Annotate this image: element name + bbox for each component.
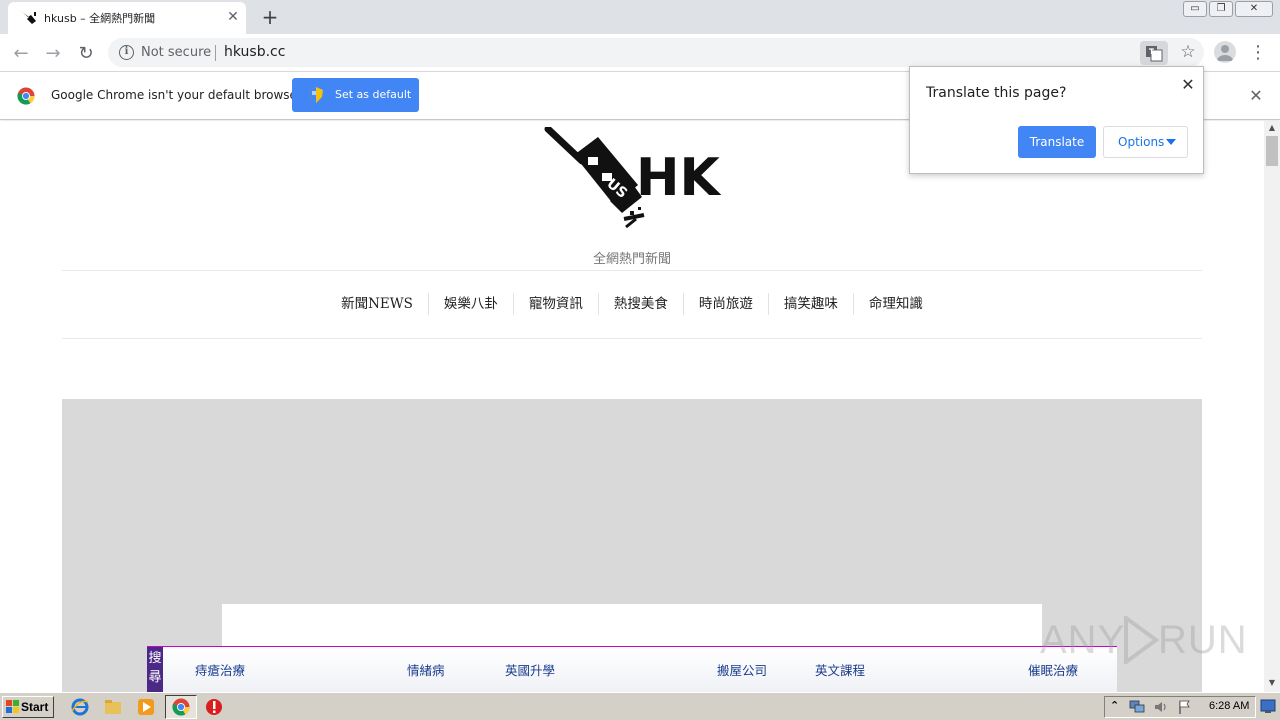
omnibox-separator — [215, 45, 216, 61]
nav-divider-bottom — [62, 338, 1202, 339]
menu-icon[interactable]: ⋮ — [1248, 41, 1268, 65]
flag-icon[interactable] — [1177, 700, 1193, 714]
new-tab-button[interactable]: + — [258, 5, 282, 29]
search-link[interactable]: 英文課程 — [815, 660, 865, 679]
logo-text: HK — [636, 148, 722, 208]
site-logo[interactable]: US HK — [544, 127, 724, 231]
scroll-down-arrow-icon[interactable]: ▼ — [1264, 676, 1280, 690]
taskbar: Start ⌃ 6:28 AM — [0, 692, 1280, 720]
tab-title: hkusb – 全網熱門新聞 — [44, 12, 156, 25]
start-button[interactable]: Start — [2, 696, 54, 718]
translate-popup: Translate this page? ✕ Translate Options — [909, 66, 1204, 174]
infobar-message: Google Chrome isn't your default browser — [51, 88, 302, 102]
nav-item-entertainment[interactable]: 娛樂八卦 — [427, 293, 513, 315]
watermark: ANY RUN — [1040, 610, 1247, 670]
chrome-logo-icon — [17, 87, 35, 105]
nav-item-pets[interactable]: 寵物資訊 — [512, 293, 598, 315]
nav-item-funny[interactable]: 搞笑趣味 — [767, 293, 853, 315]
tray-expand-icon[interactable]: ⌃ — [1110, 699, 1119, 712]
browser-tab[interactable]: hkusb – 全網熱門新聞 ✕ — [8, 2, 246, 34]
system-tray: ⌃ 6:28 AM — [1104, 696, 1256, 718]
chevron-down-icon — [1166, 139, 1176, 145]
main-nav: 新聞NEWS 娛樂八卦 寵物資訊 熱搜美食 時尚旅遊 搞笑趣味 命理知識 — [62, 293, 1202, 317]
info-icon[interactable]: i — [119, 45, 134, 60]
watermark-text: RUN — [1158, 618, 1248, 662]
shield-icon — [309, 87, 323, 103]
site-tagline: 全網熱門新聞 — [592, 252, 671, 267]
search-link[interactable]: 搬屋公司 — [717, 660, 767, 679]
security-status[interactable]: Not secure — [141, 45, 211, 60]
nav-item-food[interactable]: 熱搜美食 — [597, 293, 683, 315]
nav-item-fashion-travel[interactable]: 時尚旅遊 — [682, 293, 768, 315]
tab-strip: hkusb – 全網熱門新聞 ✕ + ▭ ❐ ✕ — [0, 0, 1280, 34]
system-clock[interactable]: 6:28 AM — [1209, 700, 1249, 712]
search-link[interactable]: 英國升學 — [505, 660, 555, 679]
set-as-default-button[interactable]: Set as default — [292, 78, 419, 112]
forward-button[interactable]: → — [40, 41, 66, 67]
chrome-icon — [172, 698, 190, 716]
show-desktop-icon[interactable] — [1260, 697, 1276, 715]
window-close-button[interactable]: ✕ — [1235, 1, 1273, 17]
set-as-default-label: Set as default — [335, 88, 412, 101]
minimize-button[interactable]: ▭ — [1183, 1, 1207, 17]
search-ad-bar: 搜 尋 痔瘡治療 情緒病 英國升學 搬屋公司 英文課程 催眠治療 — [147, 646, 1117, 692]
scroll-thumb[interactable] — [1266, 136, 1278, 166]
ie-icon[interactable] — [71, 698, 89, 716]
translate-button[interactable]: Translate — [1018, 126, 1096, 158]
options-label: Options — [1118, 135, 1165, 149]
restore-button[interactable]: ❐ — [1209, 1, 1233, 17]
nav-divider-top — [62, 270, 1202, 271]
nav-item-news[interactable]: 新聞NEWS — [326, 293, 428, 315]
search-link[interactable]: 情緒病 — [407, 660, 445, 679]
usb-plug-icon — [21, 11, 36, 24]
web-page: US HK 全網熱門新聞 新聞NEWS 娛樂八卦 寵物資訊 熱搜美食 時尚旅遊 搞笑趣味命… — [0, 121, 1264, 692]
scroll-up-arrow-icon[interactable]: ▲ — [1264, 121, 1280, 135]
search-tag: 搜 尋 — [147, 647, 163, 692]
avatar-icon[interactable] — [1214, 41, 1236, 63]
search-tag-char: 尋 — [148, 670, 162, 685]
translate-close-icon[interactable]: ✕ — [1178, 75, 1198, 95]
explorer-folder-icon[interactable] — [104, 698, 122, 716]
translate-icon[interactable] — [1140, 41, 1168, 65]
search-tag-char: 搜 — [148, 651, 162, 666]
taskbar-chrome-button[interactable] — [165, 695, 197, 719]
page-scrollbar[interactable]: ▲ ▼ — [1264, 121, 1280, 692]
media-player-icon[interactable] — [137, 698, 155, 716]
translate-popup-title: Translate this page? — [926, 85, 1067, 101]
tab-close-icon[interactable]: ✕ — [224, 8, 242, 26]
search-link[interactable]: 痔瘡治療 — [195, 660, 245, 679]
nav-item-fortune[interactable]: 命理知識 — [852, 293, 938, 315]
volume-icon[interactable] — [1153, 700, 1169, 714]
url-text[interactable]: hkusb.cc — [224, 44, 285, 60]
reload-button[interactable]: ↻ — [73, 41, 99, 67]
stop-icon[interactable] — [205, 698, 223, 716]
network-icon[interactable] — [1129, 700, 1145, 714]
infobar-close-icon[interactable]: ✕ — [1246, 86, 1266, 106]
start-label: Start — [21, 700, 49, 714]
address-bar[interactable]: i Not secure hkusb.cc ☆ — [108, 38, 1204, 67]
watermark-text: ANY — [1040, 618, 1126, 662]
translate-options-button[interactable]: Options — [1103, 126, 1188, 158]
back-button[interactable]: ← — [8, 41, 34, 67]
windows-logo-icon — [6, 700, 19, 713]
bookmark-star-icon[interactable]: ☆ — [1176, 40, 1200, 64]
play-icon — [1124, 616, 1160, 664]
